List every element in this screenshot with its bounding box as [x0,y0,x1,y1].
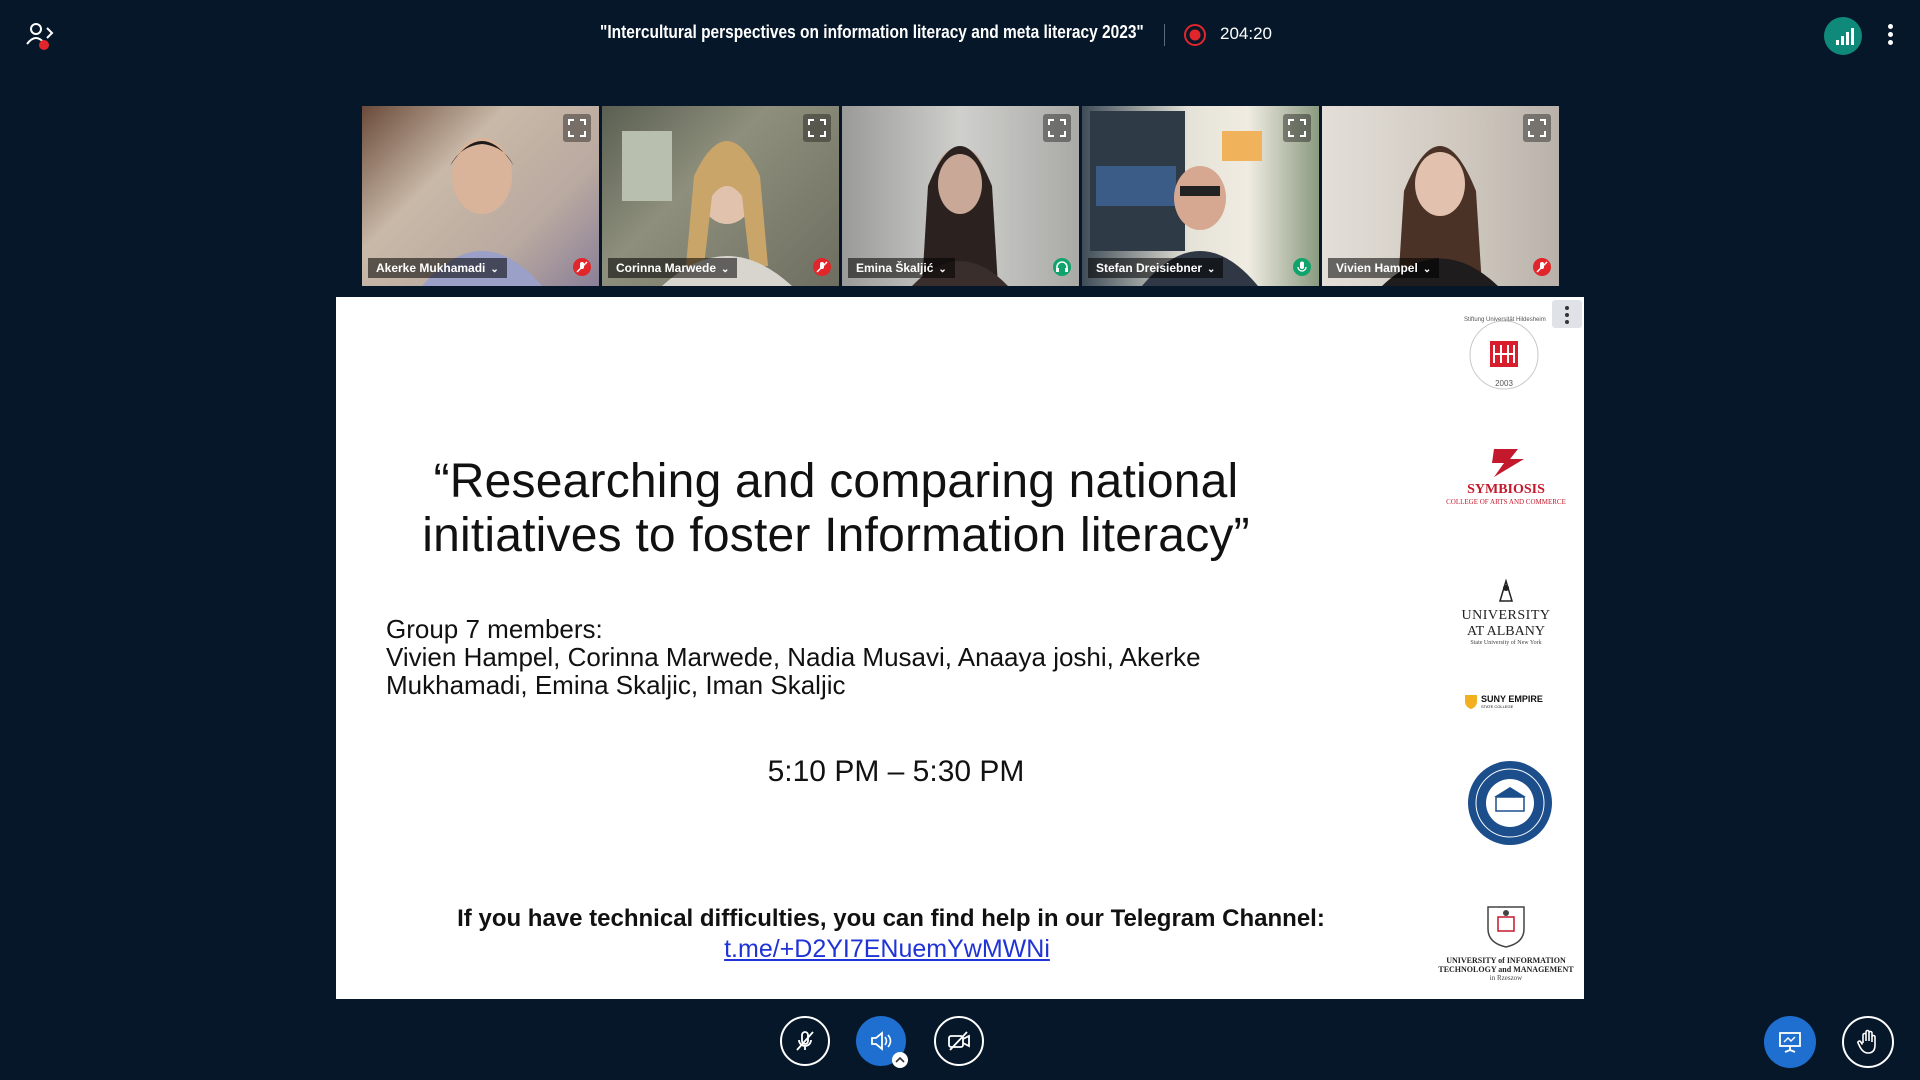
fullscreen-icon[interactable] [1043,114,1071,142]
fullscreen-icon[interactable] [803,114,831,142]
video-off-icon [948,1031,970,1051]
participant-name[interactable]: Emina Škaljić ⌄ [848,258,955,278]
recording-icon[interactable] [1183,23,1207,47]
talking-mic-icon [1293,258,1311,276]
chevron-down-icon: ⌄ [938,264,947,275]
raise-hand-button[interactable] [1842,1016,1894,1068]
fullscreen-icon[interactable] [1523,114,1551,142]
members-line: Mukhamadi, Emina Skaljic, Iman Skaljic [386,670,846,700]
uitm-line1: UNIVERSITY of INFORMATION [1446,956,1566,965]
suny-shield-icon [1465,695,1477,709]
headphones-icon [1053,258,1071,276]
symbiosis-emblem [1492,449,1524,477]
top-bar: "Intercultural perspectives on informati… [0,0,1920,70]
albany-emblem [1498,578,1514,602]
hand-icon [1857,1029,1876,1054]
albany-logo: UNIVERSITY AT ALBANY State University of… [1456,578,1556,646]
symbiosis-logo: SYMBIOSIS COLLEGE OF ARTS AND COMMERCE [1436,445,1576,506]
albany-subtitle: State University of New York [1470,640,1542,646]
participant-name[interactable]: Corinna Marwede ⌄ [608,258,738,278]
presentation-icon [1779,1032,1801,1053]
hildesheim-ring-text: Stiftung Universität Hildesheim [1464,317,1546,323]
participant-name[interactable]: Akerke Mukhamadi ⌄ [368,258,507,278]
participant-name[interactable]: Stefan Dreisiebner ⌄ [1088,258,1224,278]
webcam-tile[interactable]: Emina Škaljić ⌄ [842,106,1079,286]
members-heading: Group 7 members: [386,614,603,644]
participant-name-label: Corinna Marwede [616,261,717,275]
suny-empire-logo: SUNY EMPIRE STATE COLLEGE [1464,693,1554,709]
hildesheim-year: 2003 [1495,379,1513,388]
chevron-down-icon: ⌄ [721,264,730,275]
muted-mic-icon [813,258,831,276]
uitm-line3: in Rzeszow [1489,974,1523,982]
presentation-toggle-button[interactable] [1764,1016,1816,1068]
webcam-tile[interactable]: Vivien Hampel ⌄ [1322,106,1559,286]
uitm-line2: TECHNOLOGY and MANAGEMENT [1438,965,1574,974]
chevron-down-icon: ⌄ [1422,264,1432,275]
muted-mic-icon [573,258,591,276]
uitm-crest-icon [1487,906,1525,948]
participant-name-label: Stefan Dreisiebner [1096,261,1203,275]
signal-bars-icon [1836,28,1854,45]
chevron-down-icon: ⌄ [1207,264,1216,275]
slide-title-line: initiatives to foster Information litera… [422,509,1250,562]
participant-name-label: Emina Škaljić [856,261,934,275]
connection-status-button[interactable] [1824,17,1862,55]
albany-line1: UNIVERSITY [1461,608,1551,623]
muted-mic-icon [1533,258,1551,276]
sarajevo-seal-icon [1468,761,1552,845]
albany-line2: AT ALBANY [1467,624,1545,639]
options-menu-icon[interactable] [1884,24,1896,48]
webcam-tile[interactable]: Stefan Dreisiebner ⌄ [1082,106,1319,286]
audio-settings-chevron-icon[interactable] [892,1052,908,1068]
presentation-slide: “Researching and comparing national init… [336,297,1584,999]
participant-name[interactable]: Vivien Hampel ⌄ [1328,258,1440,278]
hildesheim-logo: Stiftung Universität Hildesheim 2003 [1464,315,1546,400]
chevron-down-icon: ⌄ [490,264,499,275]
fullscreen-icon[interactable] [563,114,591,142]
slide-title-line: “Researching and comparing national [433,455,1239,508]
suny-subtitle: STATE COLLEGE [1481,703,1514,709]
telegram-link[interactable]: t.me/+D2YI7ENuemYwMWNi [724,935,1050,963]
divider [1164,24,1165,46]
time-range: 5:10 PM – 5:30 PM [767,755,1025,788]
suny-name: SUNY EMPIRE [1481,693,1543,704]
uitm-logo: UNIVERSITY of INFORMATION TECHNOLOGY and… [1436,903,1576,982]
share-webcam-button[interactable] [934,1016,984,1066]
recording-timer: 204:20 [1220,24,1272,43]
help-text: If you have technical difficulties, you … [457,905,1325,932]
mute-microphone-button[interactable] [780,1016,830,1066]
speaker-icon [871,1031,892,1051]
user-list-toggle-icon[interactable] [22,18,58,54]
slide-title: “Researching and comparing national init… [376,455,1296,563]
meeting-title: "Intercultural perspectives on informati… [600,22,1144,42]
presentation-options-icon[interactable] [1552,300,1582,328]
participant-name-label: Akerke Mukhamadi [376,261,486,275]
webcam-tile[interactable]: Akerke Mukhamadi ⌄ [362,106,599,286]
muted-mic-icon [796,1031,814,1051]
participant-name-label: Vivien Hampel [1336,261,1418,275]
audio-button[interactable] [856,1016,908,1068]
telegram-link-row: t.me/+D2YI7ENuemYwMWNi [336,935,1438,964]
members-line: Vivien Hampel, Corinna Marwede, Nadia Mu… [386,642,1201,672]
webcam-strip: Akerke Mukhamadi ⌄ Corinna Marwede ⌄ Emina… [362,106,1559,286]
webcam-tile[interactable]: Corinna Marwede ⌄ [602,106,839,286]
symbiosis-subtitle: COLLEGE OF ARTS AND COMMERCE [1446,498,1566,506]
sarajevo-university-logo [1466,759,1554,847]
fullscreen-icon[interactable] [1283,114,1311,142]
group-members: Group 7 members: Vivien Hampel, Corinna … [386,615,1286,699]
symbiosis-name: SYMBIOSIS [1467,482,1545,497]
